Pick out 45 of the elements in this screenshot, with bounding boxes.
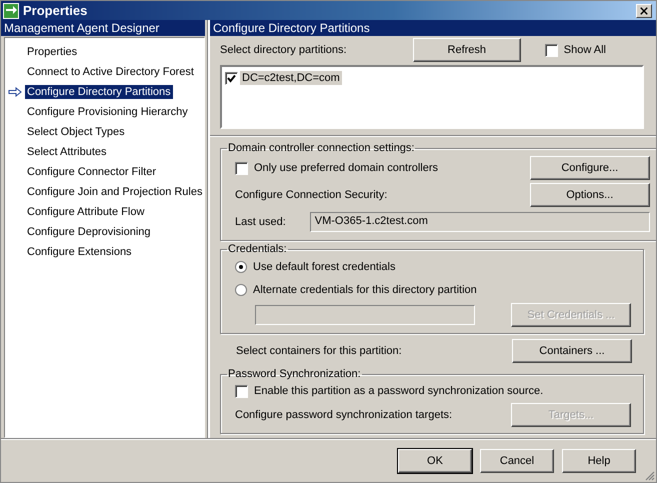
checkbox-label: Enable this partition as a password synchronization source. (254, 385, 544, 397)
dialog-button[interactable]: Help (562, 448, 636, 472)
checkbox[interactable] (544, 44, 558, 56)
field-label: Select containers for this partition: (236, 345, 402, 357)
radio-button[interactable] (235, 284, 247, 296)
nav-item[interactable]: Configure Provisioning Hierarchy (25, 105, 190, 119)
nav-item[interactable]: Configure Deprovisioning (25, 225, 153, 239)
section-label: Select directory partitions: (220, 44, 347, 56)
radio-label: Use default forest credentials (253, 261, 396, 273)
arrow-icon (8, 87, 22, 97)
field-label: Configure password synchronization targets: (235, 409, 452, 421)
nav-item[interactable]: Select Attributes (25, 145, 108, 159)
group-title: Credentials: (227, 243, 288, 255)
options-button[interactable]: Options... (530, 183, 650, 207)
nav-item[interactable]: Properties (25, 45, 80, 59)
nav-item[interactable]: Configure Connector Filter (25, 165, 158, 179)
app-icon (3, 2, 19, 18)
nav-item[interactable]: Configure Join and Projection Rules (25, 185, 204, 199)
checkbox[interactable] (235, 384, 248, 398)
window-title: Properties (23, 3, 88, 18)
dialog-button[interactable]: Cancel (480, 448, 554, 472)
radio-button[interactable] (235, 261, 247, 273)
nav-item[interactable]: Configure Attribute Flow (25, 205, 146, 219)
group-title: Password Synchronization: (227, 368, 362, 380)
list-item[interactable]: DC=c2test,DC=com (240, 71, 342, 85)
field-label: Last used: (235, 216, 286, 228)
nav-item[interactable]: Connect to Active Directory Forest (25, 65, 196, 79)
group-title: Domain controller connection settings: (227, 142, 416, 154)
pane-header: Configure Directory Partitions (210, 20, 656, 36)
checkbox-label: Show All (564, 44, 606, 56)
text-field[interactable]: VM-O365-1.c2test.com (310, 212, 650, 232)
radio-label: Alternate credentials for this directory partition (253, 284, 477, 296)
checkbox-label: Only use preferred domain controllers (254, 162, 438, 174)
checkbox[interactable] (235, 162, 248, 174)
dialog-button[interactable]: OK (398, 448, 472, 472)
pane-header: Management Agent Designer (1, 20, 205, 36)
refresh-button[interactable]: Refresh (412, 38, 521, 62)
close-icon[interactable] (636, 4, 652, 18)
containers-button[interactable]: Containers ... (512, 339, 632, 363)
nav-item[interactable]: Configure Directory Partitions (25, 85, 173, 99)
configure-button[interactable]: Configure... (530, 156, 650, 180)
nav-item[interactable]: Configure Extensions (25, 245, 134, 259)
nav-item[interactable]: Select Object Types (25, 125, 127, 139)
checkbox[interactable] (225, 72, 238, 84)
field-label: Configure Connection Security: (235, 189, 388, 201)
